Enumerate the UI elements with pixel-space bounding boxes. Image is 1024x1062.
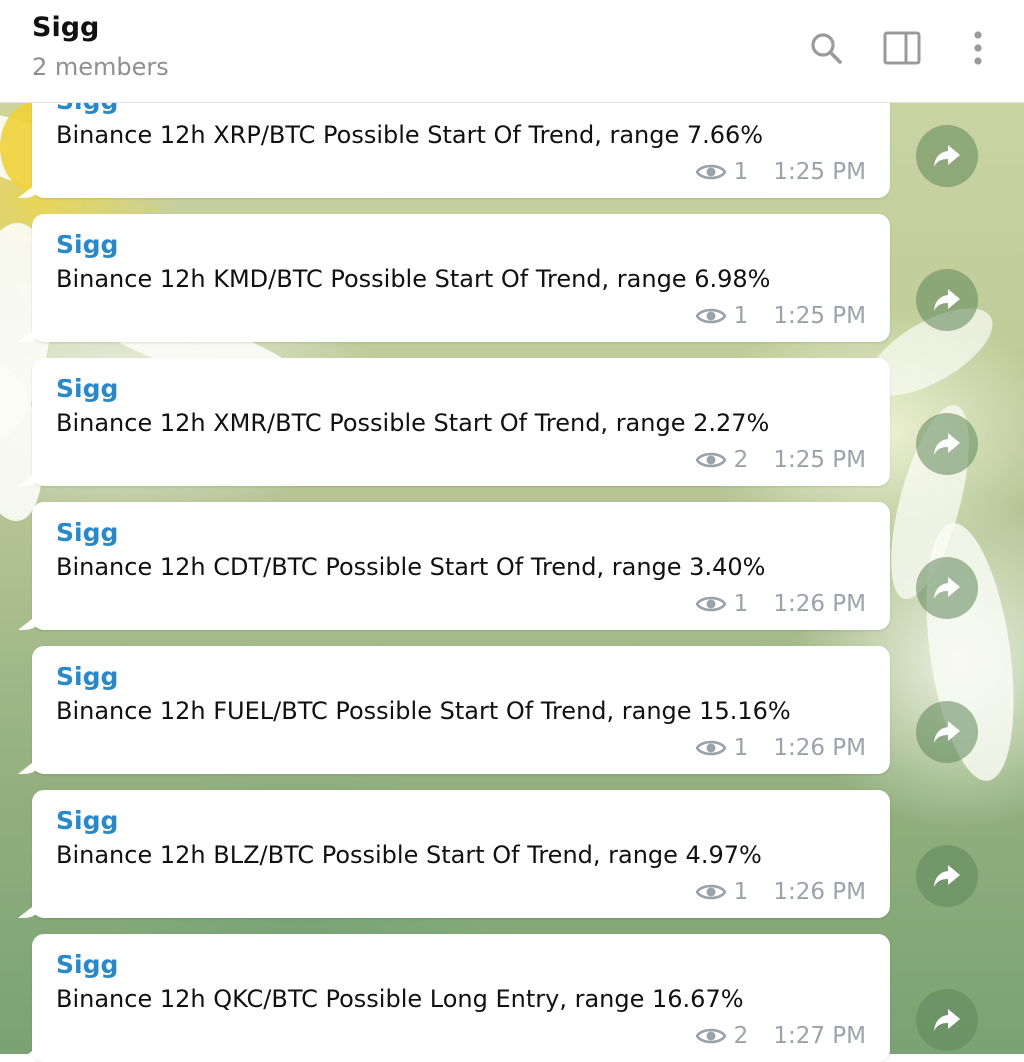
views-icon — [695, 594, 726, 614]
views-icon — [695, 1026, 726, 1046]
message-sender[interactable]: Sigg — [56, 662, 118, 691]
message-text: Binance 12h BLZ/BTC Possible Start Of Tr… — [56, 841, 762, 869]
message-time: 1:25 PM — [773, 447, 866, 473]
message-text: Binance 12h QKC/BTC Possible Long Entry,… — [56, 985, 744, 1013]
forward-icon — [934, 289, 960, 311]
forward-button[interactable] — [916, 125, 978, 187]
message-time: 1:25 PM — [773, 159, 866, 185]
message-meta: 1 1:25 PM — [695, 301, 866, 331]
message-bubble[interactable]: Sigg Binance 12h KMD/BTC Possible Start … — [32, 214, 890, 342]
forward-icon — [934, 1009, 960, 1031]
message-bubble[interactable]: Sigg Binance 12h FUEL/BTC Possible Start… — [32, 646, 890, 774]
view-count: 1 — [733, 879, 749, 905]
view-count: 1 — [733, 303, 749, 329]
view-count: 1 — [733, 591, 749, 617]
forward-icon — [934, 145, 960, 167]
forward-icon — [934, 577, 960, 599]
forward-icon — [934, 721, 960, 743]
view-count: 1 — [733, 735, 749, 761]
message-meta: 1 1:26 PM — [695, 589, 866, 619]
more-menu-button[interactable] — [958, 28, 998, 68]
message-bubble[interactable]: Sigg Binance 12h QKC/BTC Possible Long E… — [32, 934, 890, 1062]
message-bubble[interactable]: Sigg Binance 12h CDT/BTC Possible Start … — [32, 502, 890, 630]
message-text: Binance 12h KMD/BTC Possible Start Of Tr… — [56, 265, 771, 293]
views-icon — [695, 882, 726, 902]
message-meta: 2 1:25 PM — [695, 445, 866, 475]
forward-icon — [934, 433, 960, 455]
forward-button[interactable] — [916, 989, 978, 1051]
message-meta: 1 1:26 PM — [695, 733, 866, 763]
message-time: 1:26 PM — [773, 879, 866, 905]
forward-button[interactable] — [916, 413, 978, 475]
forward-button[interactable] — [916, 845, 978, 907]
views-icon — [695, 306, 726, 326]
views-icon — [695, 162, 726, 182]
sidebar-toggle-icon — [883, 31, 921, 65]
message-time: 1:26 PM — [773, 735, 866, 761]
views-icon — [695, 738, 726, 758]
view-count: 1 — [733, 159, 749, 185]
message-text: Binance 12h XMR/BTC Possible Start Of Tr… — [56, 409, 770, 437]
message-sender[interactable]: Sigg — [56, 374, 118, 403]
search-button[interactable] — [806, 28, 846, 68]
message-text: Binance 12h FUEL/BTC Possible Start Of T… — [56, 697, 791, 725]
forward-button[interactable] — [916, 557, 978, 619]
message-sender[interactable]: Sigg — [56, 950, 118, 979]
view-count: 2 — [733, 447, 749, 473]
message-text: Binance 12h CDT/BTC Possible Start Of Tr… — [56, 553, 766, 581]
message-meta: 1 1:26 PM — [695, 877, 866, 907]
view-count: 2 — [733, 1023, 749, 1049]
chat-header: Sigg 2 members — [0, 0, 1024, 103]
forward-button[interactable] — [916, 701, 978, 763]
message-time: 1:27 PM — [773, 1023, 866, 1049]
member-count: 2 members — [32, 53, 169, 81]
search-icon — [811, 33, 842, 64]
message-meta: 2 1:27 PM — [695, 1021, 866, 1051]
views-icon — [695, 450, 726, 470]
message-sender[interactable]: Sigg — [56, 518, 118, 547]
message-bubble[interactable]: Sigg Binance 12h XMR/BTC Possible Start … — [32, 358, 890, 486]
forward-icon — [934, 865, 960, 887]
message-text: Binance 12h XRP/BTC Possible Start Of Tr… — [56, 121, 764, 149]
message-meta: 1 1:25 PM — [695, 157, 866, 187]
sidebar-toggle-button[interactable] — [882, 28, 922, 68]
message-bubble[interactable]: Sigg Binance 12h BLZ/BTC Possible Start … — [32, 790, 890, 918]
message-sender[interactable]: Sigg — [56, 230, 118, 259]
message-time: 1:25 PM — [773, 303, 866, 329]
more-vertical-icon — [974, 31, 982, 65]
forward-button[interactable] — [916, 269, 978, 331]
message-time: 1:26 PM — [773, 591, 866, 617]
chat-title[interactable]: Sigg — [32, 12, 99, 43]
message-sender[interactable]: Sigg — [56, 806, 118, 835]
